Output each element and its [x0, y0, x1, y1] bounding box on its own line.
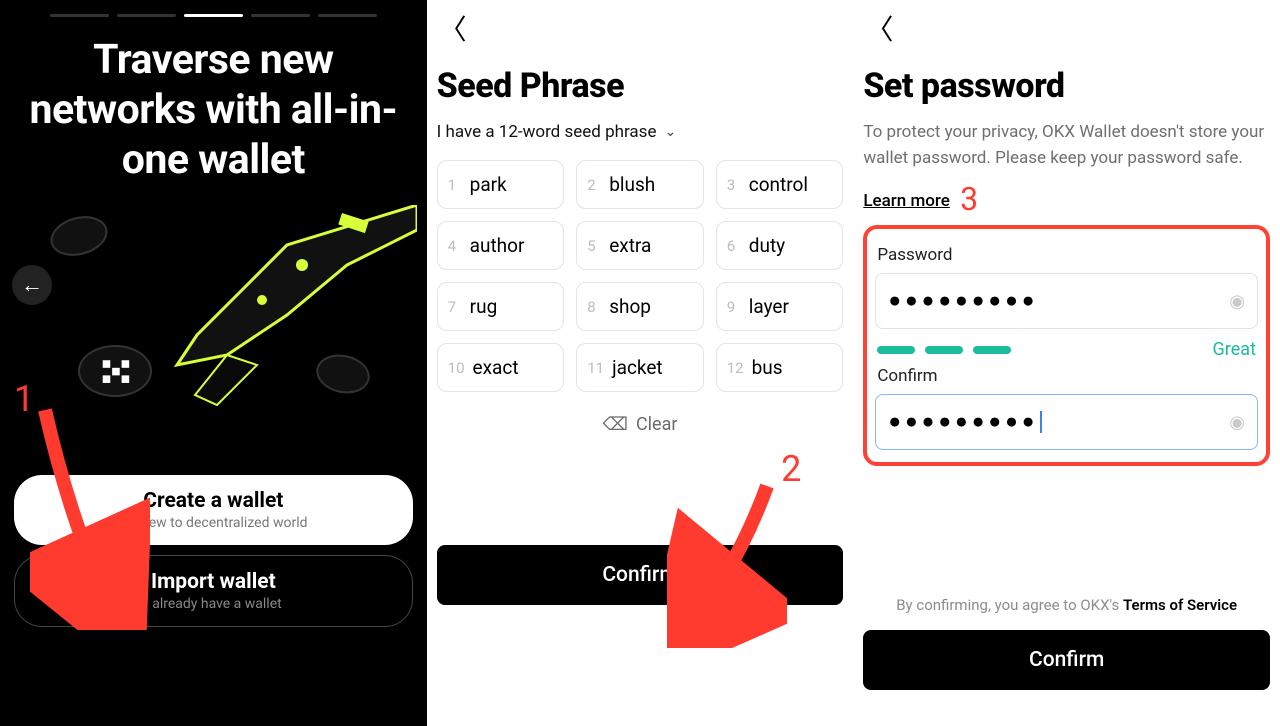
import-wallet-sub: I already have a wallet: [25, 596, 402, 612]
strength-seg: [973, 346, 1011, 354]
chevron-left-icon: 〈: [439, 13, 467, 46]
annotation-step-3: 3: [960, 180, 978, 218]
desc-text: To protect your privacy, OKX Wallet does…: [863, 122, 1264, 168]
seed-word-value: exact: [473, 356, 519, 379]
seed-word-value: author: [470, 234, 525, 257]
clear-label: Clear: [636, 414, 678, 435]
strength-seg: [925, 346, 963, 354]
chevron-down-icon: ⌄: [664, 124, 676, 140]
clear-icon: ⌫: [602, 414, 627, 435]
seed-word-value: control: [749, 173, 808, 196]
text-cursor: [1040, 411, 1042, 433]
annotation-step-1: 1: [14, 378, 34, 420]
annotation-step-2: 2: [781, 448, 801, 490]
seed-word-index: 12: [727, 359, 744, 377]
seed-word-value: bus: [752, 356, 783, 379]
hero-illustration: ←: [10, 205, 417, 465]
seed-word-value: duty: [749, 234, 785, 257]
seed-word-index: 1: [448, 176, 462, 194]
confirm-button[interactable]: Confirm: [437, 545, 844, 605]
seed-word-input[interactable]: 6 duty: [716, 221, 844, 270]
seed-word-input[interactable]: 11 jacket: [576, 343, 704, 392]
onboarding-panel: Traverse new networks with all-in-one wa…: [0, 0, 427, 726]
progress-seg: [251, 14, 310, 17]
seed-word-grid: 1 park 2 blush 3 control 4 author 5 extra 6 duty 7 ru…: [437, 160, 844, 392]
seed-word-value: park: [470, 173, 507, 196]
progress-seg: [117, 14, 176, 17]
arrow-left-icon: ←: [21, 272, 43, 298]
strength-label: Great: [1213, 339, 1256, 360]
chevron-left-icon: 〈: [865, 13, 893, 46]
create-wallet-sub: I'm new to decentralized world: [24, 515, 403, 531]
confirm-password-field[interactable]: ●●●●●●●●● ◉: [875, 394, 1258, 450]
seed-word-value: extra: [609, 234, 651, 257]
progress-seg-active: [184, 14, 243, 17]
password-value: ●●●●●●●●●: [888, 289, 1038, 313]
seed-phrase-panel: 〈 Seed Phrase I have a 12-word seed phra…: [427, 0, 854, 726]
page-description: To protect your privacy, OKX Wallet does…: [863, 120, 1270, 219]
seed-word-index: 10: [448, 359, 465, 377]
password-strength: Great: [877, 339, 1256, 360]
seed-word-index: 3: [727, 176, 741, 194]
seed-word-input[interactable]: 4 author: [437, 221, 565, 270]
eye-icon[interactable]: ◉: [1229, 412, 1245, 433]
seed-word-value: shop: [609, 295, 651, 318]
password-label: Password: [877, 245, 1256, 265]
seed-word-input[interactable]: 1 park: [437, 160, 565, 209]
set-password-panel: 〈 Set password To protect your privacy, …: [853, 0, 1280, 726]
confirm-label: Confirm: [602, 563, 677, 587]
confirm-button[interactable]: Confirm: [863, 630, 1270, 690]
seed-word-input[interactable]: 5 extra: [576, 221, 704, 270]
password-form-highlight: Password ●●●●●●●●● ◉ Great Confirm ●●●●●…: [863, 225, 1270, 466]
seed-word-input[interactable]: 7 rug: [437, 282, 565, 331]
phrase-length-selector[interactable]: I have a 12-word seed phrase ⌄: [437, 122, 844, 142]
seed-word-value: blush: [609, 173, 655, 196]
terms-notice: By confirming, you agree to OKX's Terms …: [863, 596, 1270, 614]
import-wallet-button[interactable]: Import wallet I already have a wallet: [14, 555, 413, 627]
create-wallet-title: Create a wallet: [24, 489, 403, 513]
seed-word-value: jacket: [612, 356, 663, 379]
seed-word-index: 11: [587, 359, 604, 377]
seed-word-index: 5: [587, 237, 601, 255]
seed-word-input[interactable]: 3 control: [716, 160, 844, 209]
seed-word-index: 7: [448, 298, 462, 316]
clear-button[interactable]: ⌫ Clear: [437, 414, 844, 435]
seed-word-input[interactable]: 9 layer: [716, 282, 844, 331]
seed-word-input[interactable]: 10 exact: [437, 343, 565, 392]
page-title: Set password: [863, 66, 1270, 106]
strength-seg: [877, 346, 915, 354]
tos-link[interactable]: Terms of Service: [1123, 596, 1237, 614]
seed-word-value: rug: [470, 295, 498, 318]
confirm-label: Confirm: [1029, 648, 1104, 672]
create-wallet-button[interactable]: Create a wallet I'm new to decentralized…: [14, 475, 413, 545]
seed-word-input[interactable]: 12 bus: [716, 343, 844, 392]
progress-indicator: [10, 0, 417, 35]
coin-icon: [78, 345, 152, 397]
seed-word-index: 2: [587, 176, 601, 194]
seed-word-input[interactable]: 2 blush: [576, 160, 704, 209]
progress-seg: [318, 14, 377, 17]
seed-word-value: layer: [749, 295, 789, 318]
eye-icon[interactable]: ◉: [1229, 291, 1245, 312]
seed-word-index: 8: [587, 298, 601, 316]
import-wallet-title: Import wallet: [25, 570, 402, 594]
tos-prefix: By confirming, you agree to OKX's: [896, 596, 1123, 614]
progress-seg: [50, 14, 109, 17]
onboarding-headline: Traverse new networks with all-in-one wa…: [10, 35, 417, 185]
seed-word-index: 6: [727, 237, 741, 255]
seed-word-index: 9: [727, 298, 741, 316]
page-title: Seed Phrase: [437, 66, 844, 106]
back-button[interactable]: 〈: [437, 0, 469, 56]
confirm-password-label: Confirm: [877, 366, 1256, 386]
learn-more-link[interactable]: Learn more: [863, 191, 950, 211]
confirm-password-value: ●●●●●●●●●: [888, 410, 1042, 434]
back-button[interactable]: ←: [12, 265, 52, 305]
seed-word-input[interactable]: 8 shop: [576, 282, 704, 331]
password-field[interactable]: ●●●●●●●●● ◉: [875, 273, 1258, 329]
seed-word-index: 4: [448, 237, 462, 255]
back-button[interactable]: 〈: [863, 0, 895, 56]
phrase-length-label: I have a 12-word seed phrase: [437, 122, 657, 142]
